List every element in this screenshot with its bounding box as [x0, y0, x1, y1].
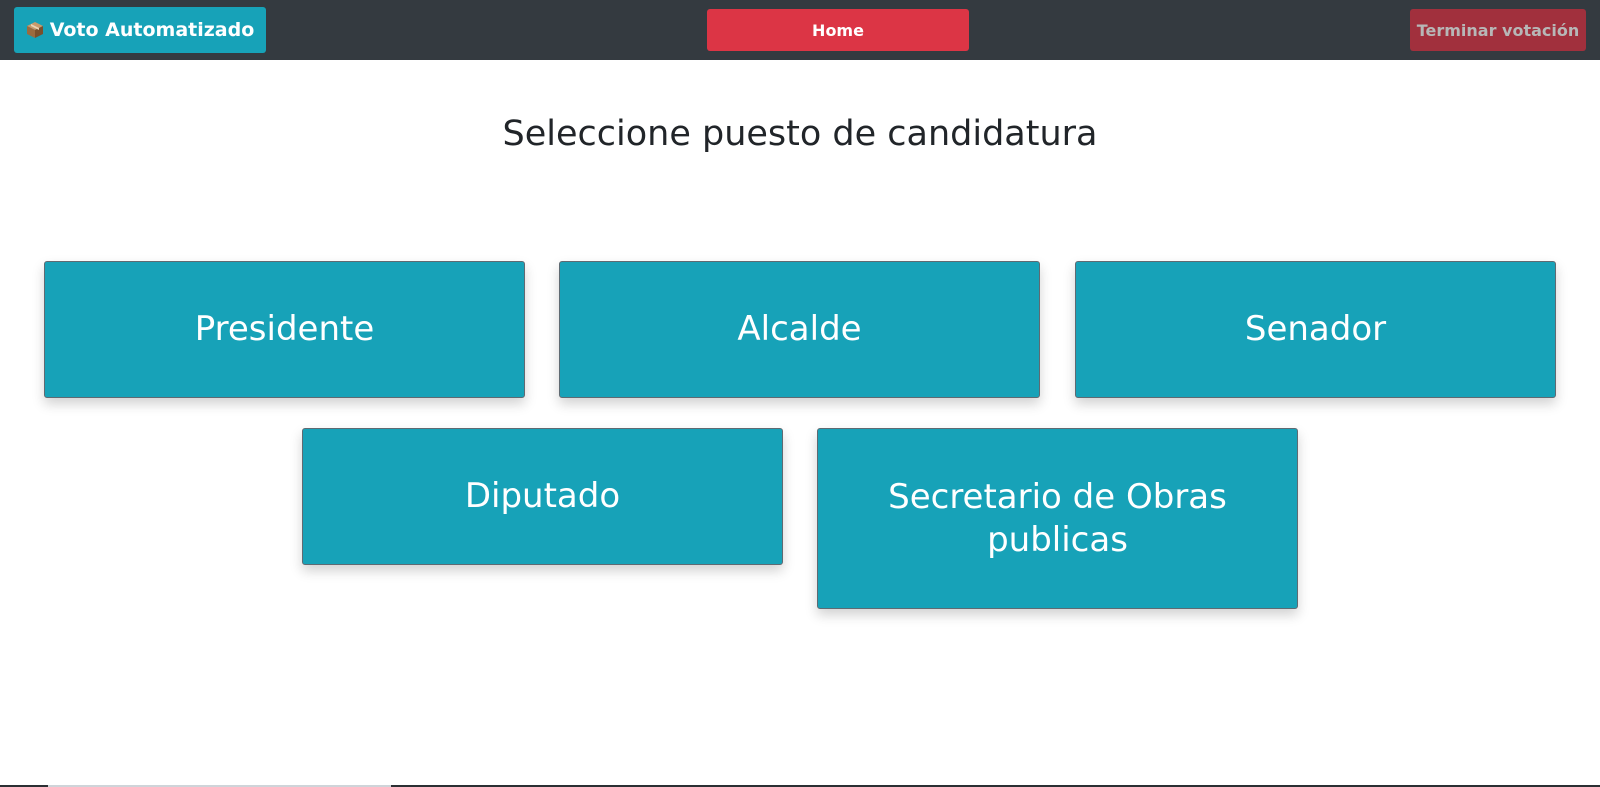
position-label: Diputado [464, 476, 621, 517]
home-button[interactable]: Home [707, 9, 969, 51]
package-box-icon [26, 21, 44, 39]
top-navbar: Voto Automatizado Home Terminar votación [0, 0, 1600, 60]
position-label: Secretario de Obras publicas [888, 477, 1227, 560]
brand-button[interactable]: Voto Automatizado [14, 7, 266, 53]
position-label: Alcalde [737, 309, 862, 350]
position-card-diputado[interactable]: Diputado [302, 428, 783, 565]
position-card-alcalde[interactable]: Alcalde [559, 261, 1040, 398]
end-voting-button[interactable]: Terminar votación [1410, 9, 1586, 51]
brand-label: Voto Automatizado [49, 19, 255, 41]
position-label: Senador [1244, 309, 1387, 350]
position-card-secretario-obras-publicas[interactable]: Secretario de Obras publicas [817, 428, 1298, 609]
position-label: Presidente [194, 309, 375, 350]
page-title: Seleccione puesto de candidatura [502, 114, 1098, 154]
position-card-senador[interactable]: Senador [1075, 261, 1556, 398]
position-card-presidente[interactable]: Presidente [44, 261, 525, 398]
